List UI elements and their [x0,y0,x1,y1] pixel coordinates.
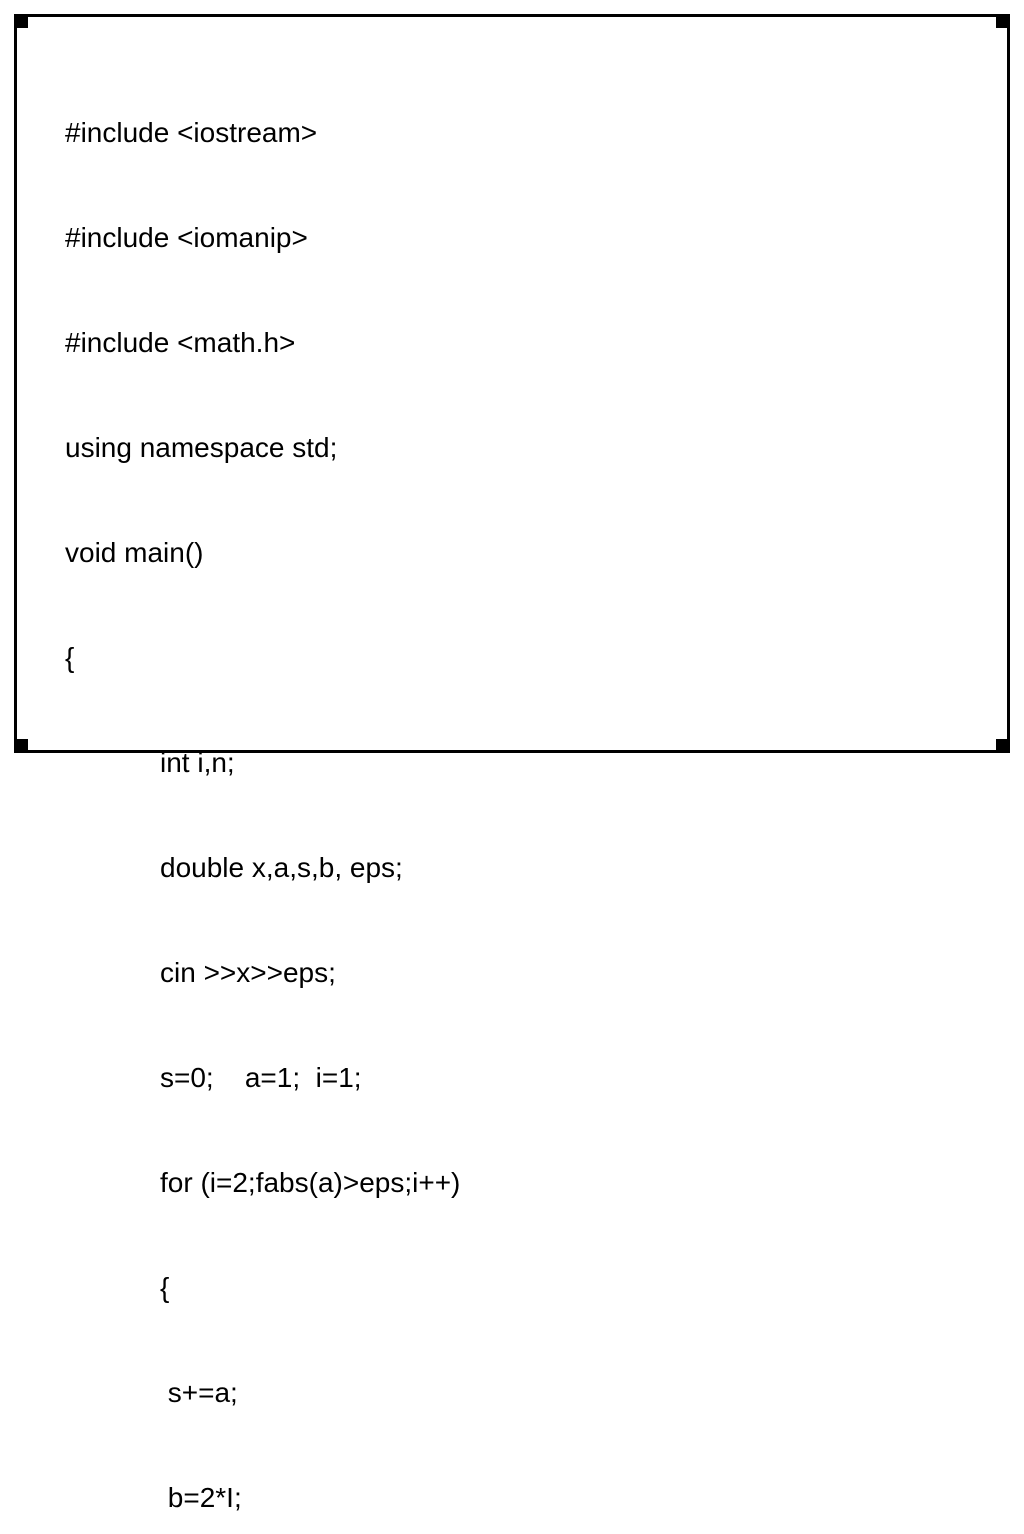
corner-decoration [996,739,1010,753]
code-line: s=0; a=1; i=1; [65,1060,1007,1095]
code-block: #include <iostream> #include <iomanip> #… [17,17,1007,1534]
code-line: double x,a,s,b, eps; [65,850,1007,885]
corner-decoration [996,14,1010,28]
code-line: #include <iomanip> [65,220,1007,255]
code-line: #include <math.h> [65,325,1007,360]
corner-decoration [14,739,28,753]
corner-decoration [14,14,28,28]
code-line: #include <iostream> [65,115,1007,150]
code-line: using namespace std; [65,430,1007,465]
slide-frame: #include <iostream> #include <iomanip> #… [14,14,1010,753]
code-line: void main() [65,535,1007,570]
code-line: { [65,1270,1007,1305]
code-line: int i,n; [65,745,1007,780]
code-line: s+=a; [65,1375,1007,1410]
code-line: { [65,640,1007,675]
code-line: for (i=2;fabs(a)>eps;i++) [65,1165,1007,1200]
code-line: cin >>x>>eps; [65,955,1007,990]
code-line: b=2*I; [65,1480,1007,1515]
